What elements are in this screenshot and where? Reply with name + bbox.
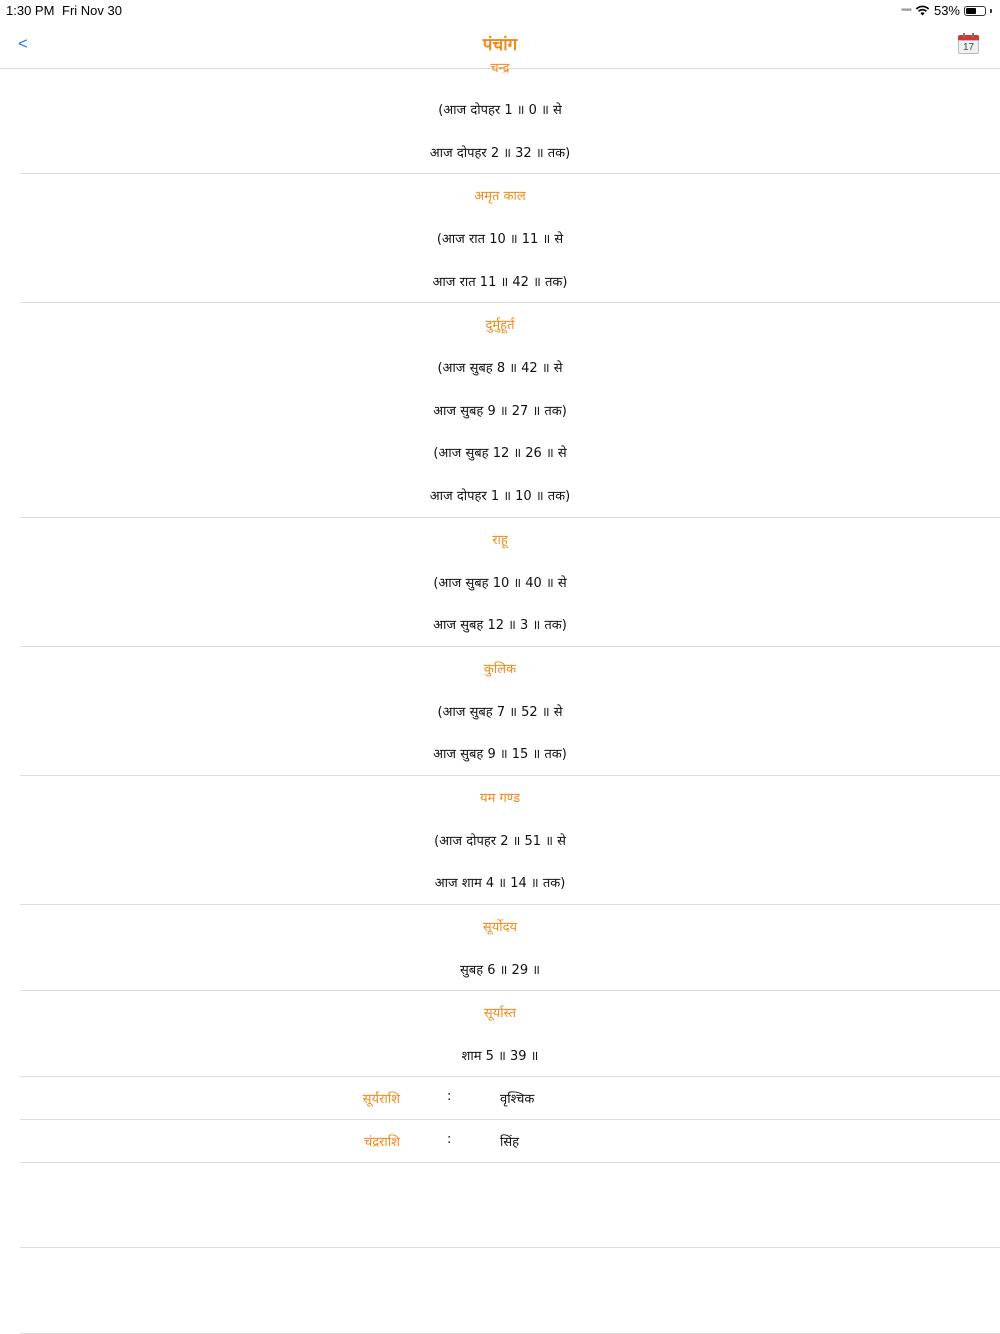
row-divider: [20, 173, 1000, 174]
row-divider: [20, 1247, 1000, 1248]
wifi-icon: [915, 5, 930, 16]
rashi-label: सूर्यराशि: [362, 1092, 400, 1107]
section-heading: अमृत काल: [474, 189, 526, 204]
section-heading: दुर्मुहूर्त: [485, 318, 515, 333]
battery-icon: [964, 5, 986, 16]
section-heading: सूर्यास्त: [483, 1006, 517, 1021]
row-divider: [20, 302, 1000, 303]
battery-percent: 53%: [933, 3, 960, 18]
time-line: आज सुबह 9 ॥ 15 ॥ तक): [433, 747, 567, 762]
status-date: Fri Nov 30: [62, 3, 122, 18]
time-line: (आज दोपहर 1 ॥ 0 ॥ से: [438, 103, 562, 118]
row-divider: [20, 646, 1000, 647]
status-bar: 1:30 PM Fri Nov 30 •••• 53%: [0, 0, 1000, 22]
time-line: (आज सुबह 7 ॥ 52 ॥ से: [437, 705, 563, 720]
rashi-label: चंद्रराशि: [363, 1135, 400, 1150]
row-divider: [20, 775, 1000, 776]
time-line: आज शाम 4 ॥ 14 ॥ तक): [434, 876, 566, 891]
calendar-button[interactable]: 17: [958, 33, 979, 54]
battery-tip: [990, 8, 992, 13]
section-heading: चन्द्र: [490, 61, 510, 76]
time-line: शाम 5 ॥ 39 ॥: [461, 1049, 539, 1064]
time-line: आज सुबह 9 ॥ 27 ॥ तक): [433, 404, 567, 419]
time-line: आज सुबह 12 ॥ 3 ॥ तक): [433, 618, 567, 633]
signal-icon: ••••: [900, 5, 912, 16]
rashi-value: वृश्चिक: [500, 1092, 535, 1107]
time-line: (आज रात 10 ॥ 11 ॥ से: [436, 232, 564, 247]
calendar-day-number: 17: [962, 42, 975, 53]
section-heading: यम गण्ड: [480, 791, 520, 806]
time-line: (आज सुबह 10 ॥ 40 ॥ से: [433, 576, 567, 591]
section-heading: राहू: [492, 533, 508, 548]
status-time: 1:30 PM: [6, 3, 55, 18]
battery-fill: [966, 7, 976, 14]
row-divider: [20, 517, 1000, 518]
time-line: आज रात 11 ॥ 42 ॥ तक): [432, 275, 568, 290]
status-indicators: •••• 53%: [901, 3, 992, 18]
row-divider: [20, 990, 1000, 991]
time-line: (आज सुबह 8 ॥ 42 ॥ से: [437, 361, 563, 376]
row-divider: [20, 1119, 1000, 1120]
time-line: आज दोपहर 2 ॥ 32 ॥ तक): [429, 146, 571, 161]
row-divider: [20, 1162, 1000, 1163]
row-divider: [20, 1076, 1000, 1077]
rashi-colon: :: [447, 1132, 452, 1147]
time-line: (आज दोपहर 2 ॥ 51 ॥ से: [434, 834, 566, 849]
time-line: सुबह 6 ॥ 29 ॥: [459, 963, 541, 978]
row-divider: [20, 904, 1000, 905]
page-title: पंचांग: [482, 35, 518, 55]
calendar-ring-left: [963, 33, 965, 38]
time-line: आज दोपहर 1 ॥ 10 ॥ तक): [429, 489, 571, 504]
calendar-ring-right: [972, 33, 974, 38]
time-line: (आज सुबह 12 ॥ 26 ॥ से: [433, 446, 567, 461]
rashi-value: सिंह: [500, 1135, 520, 1150]
section-heading: कुलिक: [483, 662, 517, 677]
section-heading: सूर्योदय: [482, 920, 518, 935]
rashi-colon: :: [447, 1089, 452, 1104]
